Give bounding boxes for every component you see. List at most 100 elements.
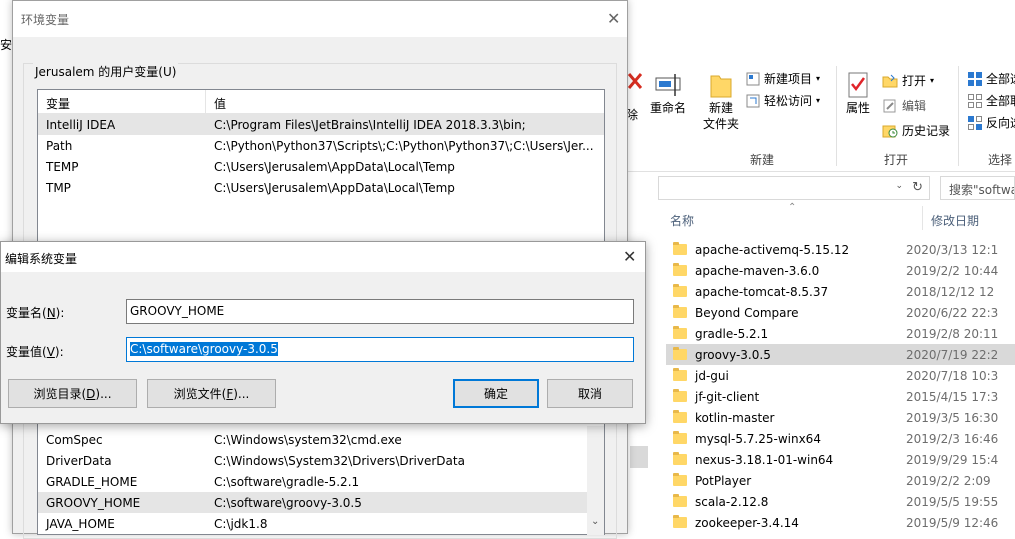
file-date: 2019/2/3 16:46	[906, 431, 999, 446]
file-list-item[interactable]: Beyond Compare 2020/6/22 22:3	[666, 302, 1015, 323]
cancel-button[interactable]: 取消	[547, 379, 633, 408]
file-name: kotlin-master	[666, 409, 906, 425]
open-group-label: 打开	[884, 153, 909, 167]
address-bar[interactable]: ⌄ ↻	[658, 176, 930, 200]
variable-value: C:\Users\Jerusalem\AppData\Local\Temp	[214, 180, 455, 195]
variable-row[interactable]: GROOVY_HOME C:\software\groovy-3.0.5	[38, 492, 604, 513]
edit-system-variable-dialog: 编辑系统变量 ✕ 变量名(N): GROOVY_HOME 变量值(V): C:\…	[0, 241, 646, 424]
variable-row[interactable]: GRADLE_HOME C:\software\gradle-5.2.1	[38, 471, 604, 492]
select-none-button[interactable]: 全部取	[968, 92, 1015, 109]
system-variables-list[interactable]: ComSpec C:\Windows\system32\cmd.exe Driver…	[37, 426, 605, 535]
folder-icon	[673, 451, 687, 465]
file-list-item[interactable]: mysql-5.7.25-winx64 2019/2/3 16:46	[666, 428, 1015, 449]
column-divider	[922, 206, 923, 230]
invert-selection-button[interactable]: 反向选	[968, 114, 1015, 131]
ribbon-separator	[836, 66, 837, 166]
file-list-item[interactable]: gradle-5.2.1 2019/2/8 20:11	[666, 323, 1015, 344]
nav-pane-scroll-thumb[interactable]	[630, 446, 648, 468]
open-button[interactable]: 打开 ▾	[882, 72, 934, 89]
new-folder-label: 新建 文件夹	[702, 101, 739, 131]
scroll-down-arrow-icon[interactable]: ⌄	[591, 516, 599, 527]
new-item-icon	[746, 72, 760, 85]
open-folder-icon	[882, 74, 898, 87]
column-header-variable[interactable]: 变量	[38, 90, 206, 113]
edit-button[interactable]: 编辑	[882, 97, 926, 114]
folder-icon	[673, 514, 687, 528]
file-list-item[interactable]: jf-git-client 2015/4/15 17:3	[666, 386, 1015, 407]
variable-name: Path	[46, 138, 73, 153]
variable-row[interactable]: ComSpec C:\Windows\system32\cmd.exe	[38, 429, 604, 450]
properties-button[interactable]: 属性	[842, 70, 874, 116]
file-name: jf-git-client	[666, 388, 906, 404]
file-date: 2020/3/13 12:1	[906, 242, 999, 257]
history-button[interactable]: 历史记录	[882, 122, 950, 139]
variable-value: C:\Program Files\JetBrains\IntelliJ IDEA…	[214, 117, 526, 132]
system-list-scrollbar[interactable]: ⌄	[587, 426, 604, 535]
variable-row[interactable]: TMP C:\Users\Jerusalem\AppData\Local\Temp	[38, 177, 604, 198]
variable-name: IntelliJ IDEA	[46, 117, 116, 132]
select-none-label: 全部取	[986, 94, 1015, 108]
new-group-label: 新建	[750, 153, 775, 167]
select-none-icon	[968, 93, 982, 108]
edit-label: 编辑	[902, 99, 927, 113]
column-header-value[interactable]: 值	[206, 90, 604, 113]
select-group-label: 选择	[988, 153, 1013, 167]
file-list-item[interactable]: PotPlayer 2019/2/2 2:09	[666, 470, 1015, 491]
browse-file-button[interactable]: 浏览文件(F)...	[147, 379, 276, 408]
file-name: Beyond Compare	[666, 304, 906, 320]
delete-x-icon	[627, 73, 643, 89]
folder-icon	[673, 241, 687, 255]
select-all-button[interactable]: 全部选	[968, 70, 1015, 87]
folder-icon	[673, 262, 687, 276]
folder-icon	[673, 346, 687, 360]
variable-name: TEMP	[46, 159, 79, 174]
file-list-item[interactable]: kotlin-master 2019/3/5 16:30	[666, 407, 1015, 428]
file-name: groovy-3.0.5	[666, 346, 906, 362]
close-icon[interactable]: ✕	[623, 249, 636, 265]
variable-row[interactable]: DriverData C:\Windows\System32\Drivers\Dr…	[38, 450, 604, 471]
selected-value-text: C:\software\groovy-3.0.5	[130, 342, 278, 356]
variable-row[interactable]: TEMP C:\Users\Jerusalem\AppData\Local\Tem…	[38, 156, 604, 177]
chevron-down-icon[interactable]: ⌄	[895, 181, 903, 191]
variable-row[interactable]: IntelliJ IDEA C:\Program Files\JetBrains\…	[38, 114, 604, 135]
file-list-item[interactable]: groovy-3.0.5 2020/7/19 22:2	[666, 344, 1015, 365]
select-all-icon	[968, 71, 982, 86]
variable-value-field[interactable]: C:\software\groovy-3.0.5	[126, 337, 634, 362]
variable-name-field[interactable]: GROOVY_HOME	[126, 299, 634, 324]
refresh-icon[interactable]: ↻	[912, 180, 923, 195]
variable-row[interactable]: JAVA_HOME C:\jdk1.8	[38, 513, 604, 534]
rename-button[interactable]: 重命名	[646, 70, 690, 116]
list-header: 变量 值	[38, 90, 604, 114]
new-folder-button[interactable]: 新建 文件夹	[700, 70, 742, 132]
easy-access-button[interactable]: 轻松访问 ▾	[746, 92, 820, 109]
browse-directory-button[interactable]: 浏览目录(D)...	[8, 379, 137, 408]
easy-access-label: 轻松访问	[764, 94, 813, 108]
search-input[interactable]: 搜索"software"	[940, 176, 1015, 200]
ribbon-separator	[958, 66, 959, 166]
file-date: 2018/12/12 12	[906, 284, 995, 299]
column-header-date[interactable]: 修改日期	[931, 208, 1015, 232]
file-list-item[interactable]: scala-2.12.8 2019/5/5 19:55	[666, 491, 1015, 512]
close-icon[interactable]: ✕	[607, 11, 620, 27]
variable-name: DriverData	[46, 453, 112, 468]
file-date: 2019/9/29 15:4	[906, 452, 999, 467]
file-list-item[interactable]: apache-activemq-5.15.12 2020/3/13 12:1	[666, 239, 1015, 260]
ok-button[interactable]: 确定	[453, 379, 539, 408]
folder-icon	[673, 283, 687, 297]
file-date: 2019/2/2 10:44	[906, 263, 999, 278]
file-name: jd-gui	[666, 367, 906, 383]
folder-icon	[673, 409, 687, 423]
select-all-label: 全部选	[986, 72, 1015, 86]
variable-row[interactable]: Path C:\Python\Python37\Scripts\;C:\Pytho…	[38, 135, 604, 156]
new-item-button[interactable]: 新建项目 ▾	[746, 70, 820, 87]
edit-icon	[883, 99, 896, 112]
file-list-item[interactable]: jd-gui 2020/7/18 10:3	[666, 365, 1015, 386]
user-variables-rows: IntelliJ IDEA C:\Program Files\JetBrains\…	[38, 114, 604, 198]
sort-arrow-icon: ⌃	[788, 202, 797, 213]
file-list-item[interactable]: zookeeper-3.4.14 2019/5/9 12:46	[666, 512, 1015, 533]
file-list-item[interactable]: apache-tomcat-8.5.37 2018/12/12 12	[666, 281, 1015, 302]
file-list-item[interactable]: nexus-3.18.1-01-win64 2019/9/29 15:4	[666, 449, 1015, 470]
folder-icon	[673, 472, 687, 486]
file-list-item[interactable]: apache-maven-3.6.0 2019/2/2 10:44	[666, 260, 1015, 281]
delete-button[interactable]	[627, 72, 643, 93]
